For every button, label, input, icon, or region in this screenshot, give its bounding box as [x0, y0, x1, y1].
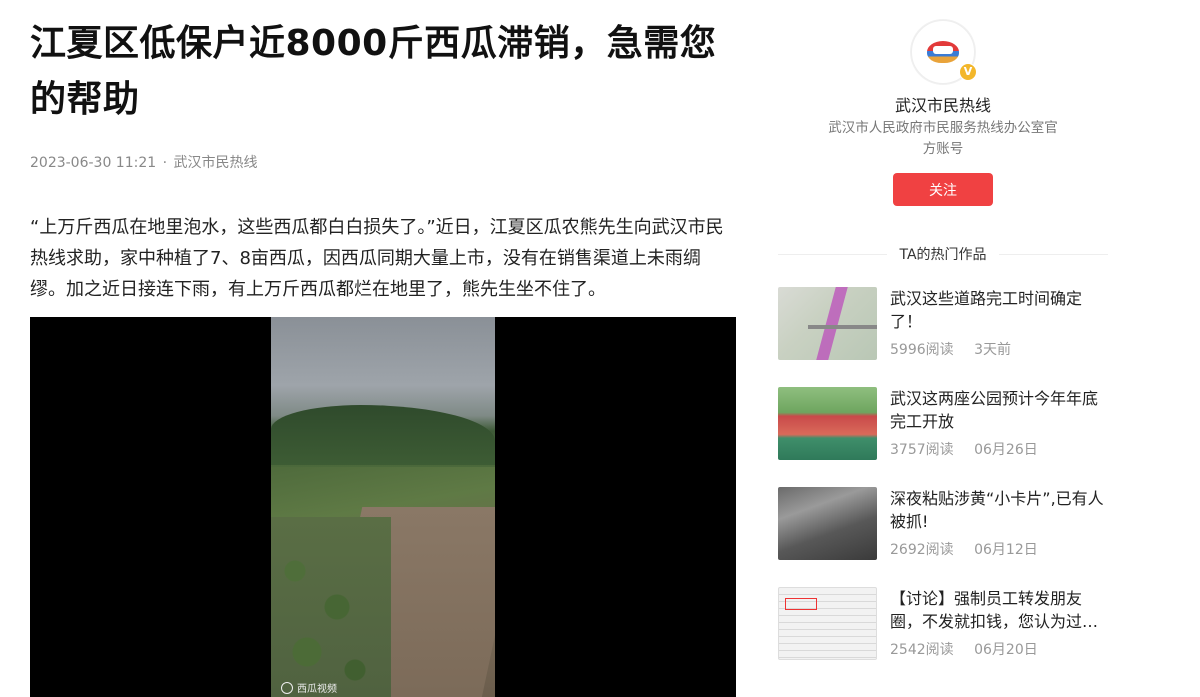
- article: 江夏区低保户近8000斤西瓜滞销，急需您的帮助 2023-06-30 11:21…: [30, 0, 736, 697]
- hot-item-title[interactable]: 深夜粘贴涉黄“小卡片”,已有人被抓!: [890, 487, 1108, 533]
- meta-separator: ·: [162, 155, 168, 171]
- video-player[interactable]: 西瓜视频: [30, 317, 736, 697]
- watermark-text: 西瓜视频: [297, 684, 337, 695]
- article-meta: 2023-06-30 11:21 · 武汉市民热线: [30, 152, 736, 172]
- read-count: 2692阅读: [890, 542, 954, 558]
- list-item[interactable]: 武汉这些道路完工时间确定了！ 5996阅读 3天前: [778, 287, 1108, 387]
- hot-item-meta: 2542阅读 06月20日: [890, 639, 1054, 659]
- thumbnail-image[interactable]: [778, 387, 877, 460]
- hot-item-meta: 3757阅读 06月26日: [890, 439, 1054, 459]
- thumbnail-image[interactable]: [778, 487, 877, 560]
- hot-works-list: 武汉这些道路完工时间确定了！ 5996阅读 3天前 武汉这两座公园预计今年年底完…: [778, 287, 1108, 687]
- hot-works-header: TA的热门作品: [778, 242, 1109, 266]
- hot-item-title[interactable]: 【讨论】强制员工转发朋友圈，不发就扣钱，您认为过…: [890, 587, 1108, 633]
- read-count: 5996阅读: [890, 342, 954, 358]
- publish-time: 06月26日: [974, 442, 1038, 458]
- follow-button[interactable]: 关注: [893, 173, 993, 206]
- divider: [778, 253, 888, 255]
- publish-time: 06月12日: [974, 542, 1038, 558]
- article-title: 江夏区低保户近8000斤西瓜滞销，急需您的帮助: [30, 23, 717, 120]
- read-count: 3757阅读: [890, 442, 954, 458]
- publish-time: 3天前: [974, 342, 1012, 358]
- watermark-icon: [281, 681, 293, 694]
- publish-time: 06月20日: [974, 642, 1038, 658]
- list-item[interactable]: 武汉这两座公园预计今年年底完工开放 3757阅读 06月26日: [778, 387, 1108, 487]
- video-scene-trees: [271, 405, 495, 465]
- article-paragraph: “上万斤西瓜在地里泡水，这些西瓜都白白损失了。”近日，江夏区瓜农熊先生向武汉市民…: [30, 217, 724, 300]
- hot-item-meta: 5996阅读 3天前: [890, 339, 1027, 359]
- divider: [998, 253, 1109, 255]
- verified-badge-icon: V: [959, 63, 977, 81]
- thumbnail-image[interactable]: [778, 587, 877, 660]
- author-name[interactable]: 武汉市民热线: [778, 92, 1108, 116]
- hotline-logo-icon: [927, 41, 959, 63]
- hot-item-title[interactable]: 武汉这两座公园预计今年年底完工开放: [890, 387, 1108, 433]
- hot-item-title[interactable]: 武汉这些道路完工时间确定了！: [890, 287, 1108, 333]
- list-item[interactable]: 【讨论】强制员工转发朋友圈，不发就扣钱，您认为过… 2542阅读 06月20日: [778, 587, 1108, 687]
- hot-item-meta: 2692阅读 06月12日: [890, 539, 1054, 559]
- author-description: 武汉市人民政府市民服务热线办公室官方账号: [828, 120, 1058, 157]
- list-item[interactable]: 深夜粘贴涉黄“小卡片”,已有人被抓! 2692阅读 06月12日: [778, 487, 1108, 587]
- video-watermark: 西瓜视频: [281, 680, 337, 695]
- video-scene-plants: [271, 517, 391, 697]
- hot-works-title: TA的热门作品: [899, 247, 987, 263]
- thumbnail-image[interactable]: [778, 287, 877, 360]
- article-source[interactable]: 武汉市民热线: [174, 155, 258, 171]
- read-count: 2542阅读: [890, 642, 954, 658]
- video-frame[interactable]: 西瓜视频: [271, 317, 495, 697]
- article-date: 2023-06-30 11:21: [30, 155, 157, 171]
- author-avatar[interactable]: V: [911, 20, 977, 84]
